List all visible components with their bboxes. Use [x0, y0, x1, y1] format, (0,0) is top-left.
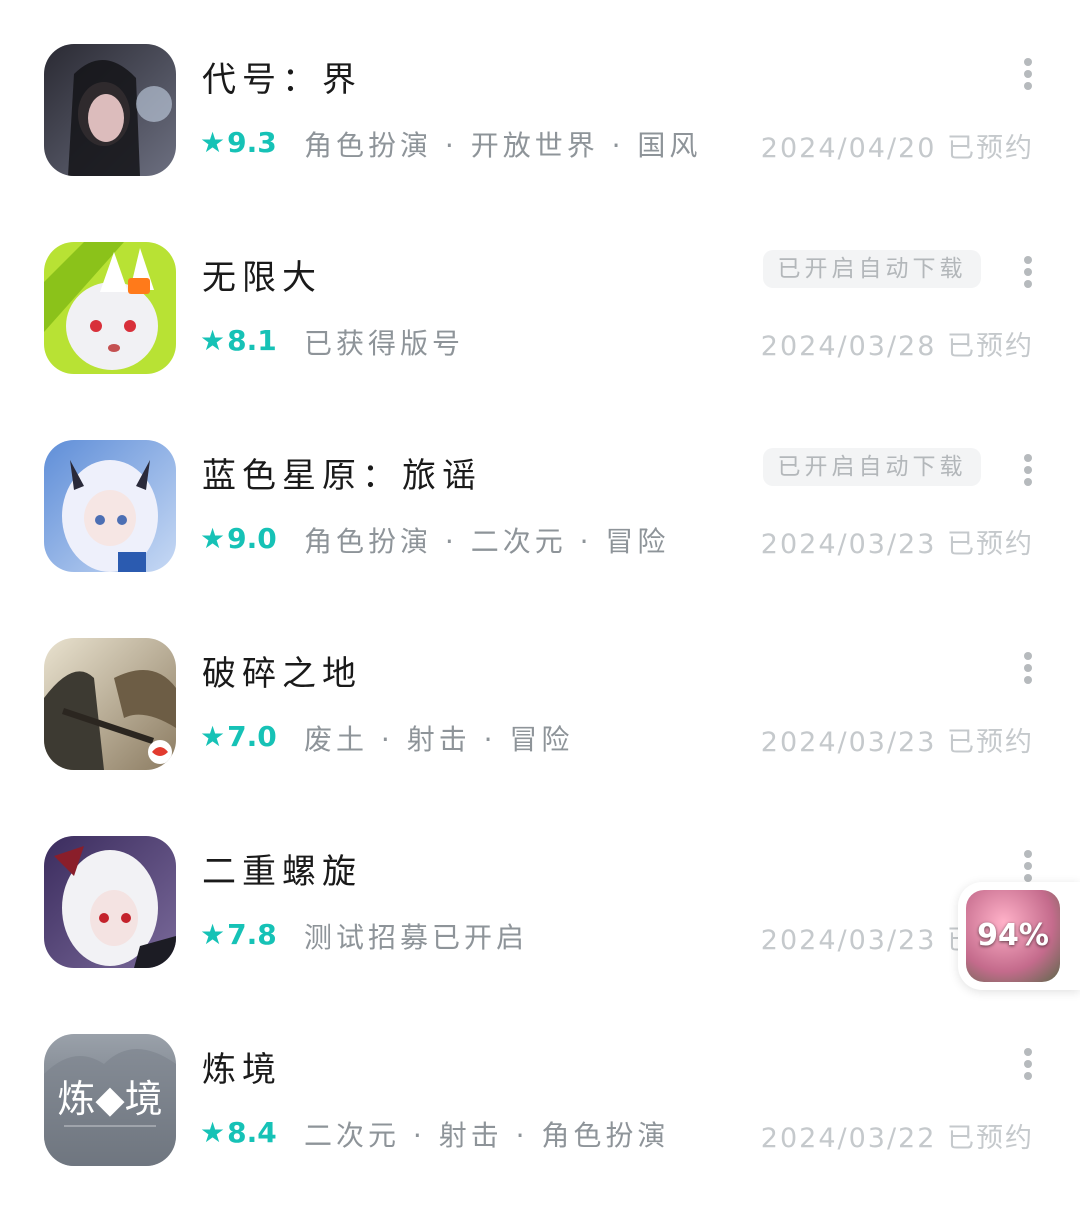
auto-download-badge: 已开启自动下载: [763, 250, 981, 288]
reserve-date: 2024/03/23 已预约: [760, 529, 1034, 560]
game-rating: ★8.1: [200, 324, 277, 357]
star-icon: ★: [200, 918, 226, 951]
game-rating: ★7.8: [200, 918, 277, 951]
game-tags: 废土 · 射击 · 冒险: [304, 723, 574, 756]
more-options-icon[interactable]: [1016, 650, 1040, 690]
more-options-icon[interactable]: [1016, 1046, 1040, 1086]
game-tags: 测试招募已开启: [304, 921, 529, 954]
more-options-icon[interactable]: [1016, 254, 1040, 294]
reserve-date: 2024/03/28 已预约: [760, 331, 1034, 362]
star-icon: ★: [200, 720, 226, 753]
star-icon: ★: [200, 126, 226, 159]
game-title[interactable]: 蓝色星原：旅谣: [202, 448, 482, 497]
reserve-date: 2024/04/20 已预约: [760, 133, 1034, 164]
game-icon[interactable]: [44, 440, 176, 572]
game-title[interactable]: 炼境: [202, 1042, 282, 1091]
game-row[interactable]: 蓝色星原：旅谣 已开启自动下载 ★9.0 角色扮演 · 二次元 · 冒险 202…: [0, 396, 1080, 594]
star-icon: ★: [200, 324, 226, 357]
game-icon[interactable]: [44, 638, 176, 770]
game-icon[interactable]: [44, 836, 176, 968]
reserved-games-list: 代号：界 ★9.3 角色扮演 · 开放世界 · 国风 2024/04/20 已预…: [0, 0, 1080, 1221]
game-tags: 已获得版号: [304, 327, 465, 360]
game-title[interactable]: 破碎之地: [202, 646, 362, 695]
game-rating: ★7.0: [200, 720, 277, 753]
game-row[interactable]: 二重螺旋 ★7.8 测试招募已开启 2024/03/23 已预约: [0, 792, 1080, 990]
game-rating: ★9.3: [200, 126, 277, 159]
star-icon: ★: [200, 522, 226, 555]
game-icon[interactable]: [44, 44, 176, 176]
download-game-thumbnail[interactable]: 94%: [966, 890, 1060, 982]
floating-download-widget[interactable]: 94%: [958, 882, 1080, 990]
game-icon[interactable]: [44, 242, 176, 374]
game-rating: ★9.0: [200, 522, 277, 555]
star-icon: ★: [200, 1116, 226, 1149]
game-rating: ★8.4: [200, 1116, 277, 1149]
game-tags: 二次元 · 射击 · 角色扮演: [304, 1119, 670, 1152]
game-row[interactable]: 破碎之地 ★7.0 废土 · 射击 · 冒险 2024/03/23 已预约: [0, 594, 1080, 792]
download-progress-label: 94%: [977, 918, 1049, 953]
game-row[interactable]: 代号：界 ★9.3 角色扮演 · 开放世界 · 国风 2024/04/20 已预…: [0, 0, 1080, 198]
auto-download-badge: 已开启自动下载: [763, 448, 981, 486]
game-title[interactable]: 二重螺旋: [202, 844, 362, 893]
reserve-date: 2024/03/23 已预约: [760, 727, 1034, 758]
game-row[interactable]: 炼◆境 炼境 ★8.4 二次元 · 射击 · 角色扮演 2024/03/22 已…: [0, 990, 1080, 1188]
game-tags: 角色扮演 · 开放世界 · 国风: [304, 129, 702, 162]
game-icon[interactable]: 炼◆境: [44, 1034, 176, 1166]
reserve-date: 2024/03/22 已预约: [760, 1123, 1034, 1154]
more-options-icon[interactable]: [1016, 56, 1040, 96]
game-title[interactable]: 无限大: [202, 250, 322, 299]
game-row[interactable]: 无限大 已开启自动下载 ★8.1 已获得版号 2024/03/28 已预约: [0, 198, 1080, 396]
icon-logo-text: 炼◆境: [57, 1077, 162, 1121]
game-tags: 角色扮演 · 二次元 · 冒险: [304, 525, 670, 558]
game-title[interactable]: 代号：界: [202, 52, 362, 101]
more-options-icon[interactable]: [1016, 452, 1040, 492]
